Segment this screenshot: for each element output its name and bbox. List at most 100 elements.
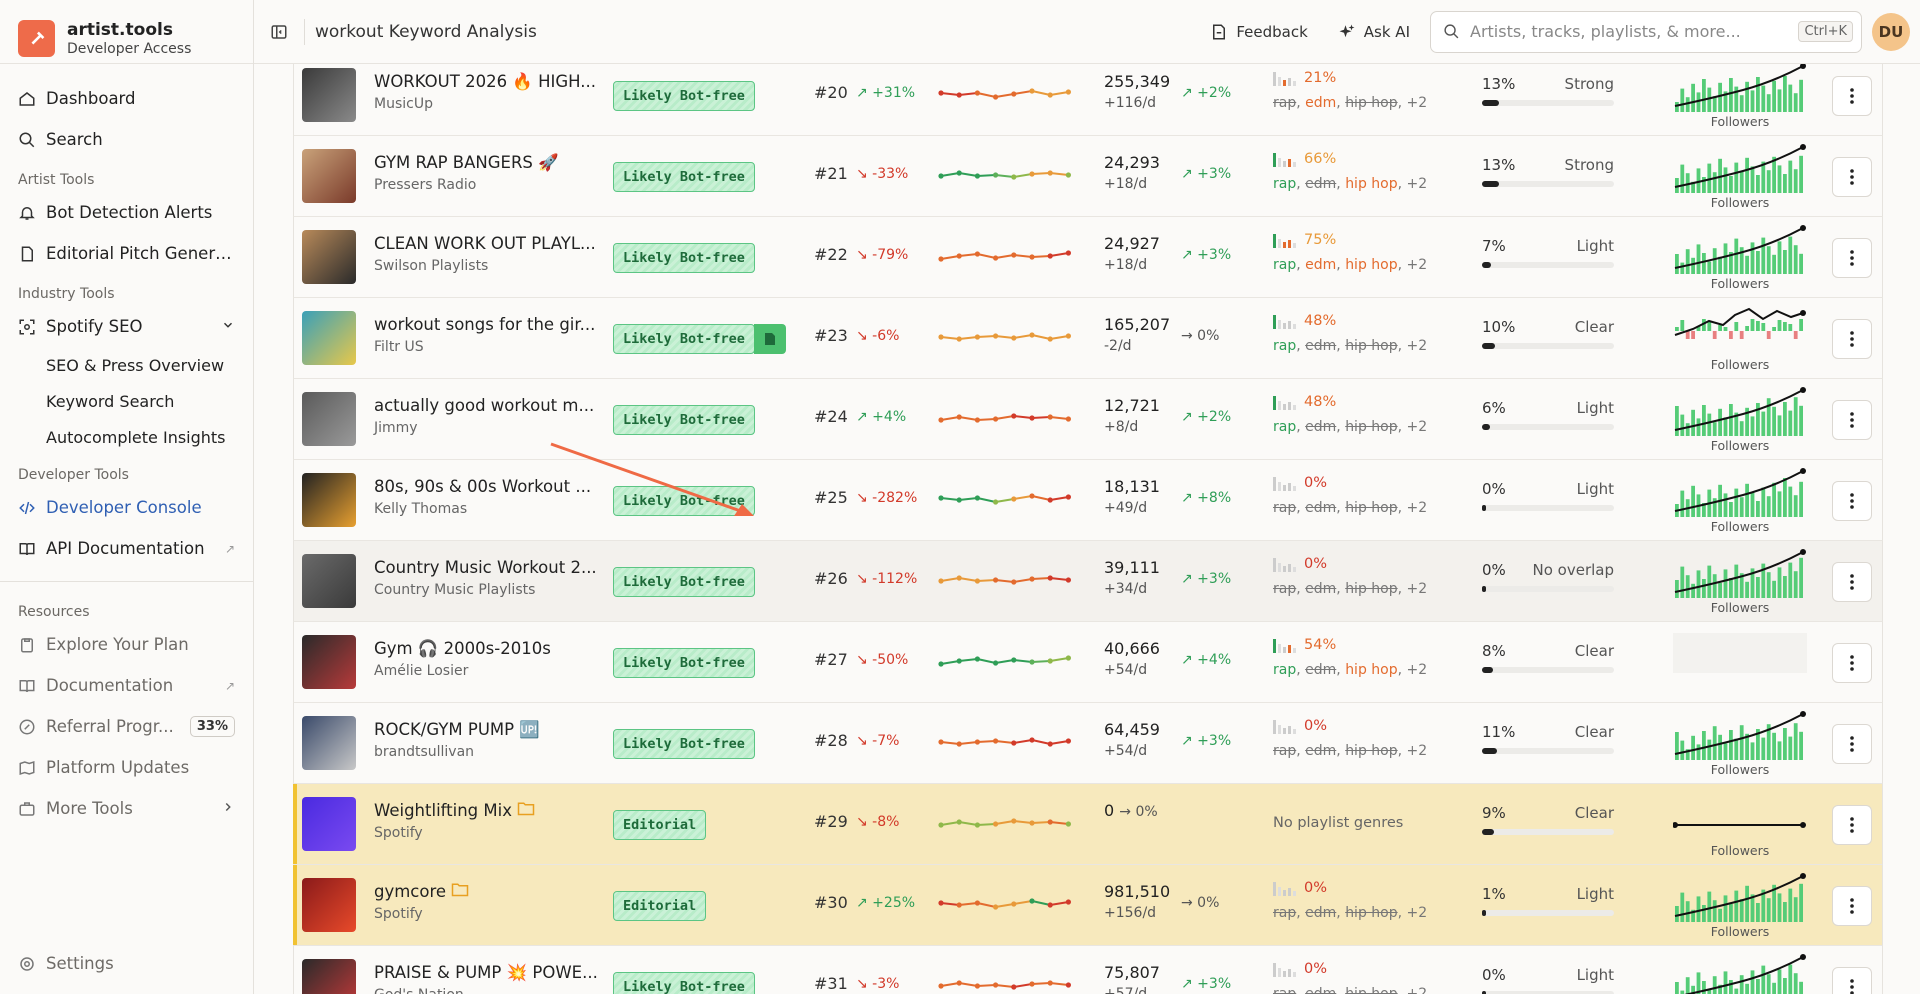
playlist-cover[interactable] [302, 797, 356, 851]
sparkline-point [1011, 818, 1017, 824]
row-menu-button[interactable] [1832, 643, 1872, 683]
row-menu-button[interactable] [1832, 238, 1872, 278]
table-row[interactable]: workout songs for the gir... Filtr US Li… [293, 298, 1883, 379]
nav-seo-overview[interactable]: SEO & Press Overview [0, 347, 253, 383]
playlist-name[interactable]: actually good workout m... [374, 396, 604, 415]
table-row[interactable]: WORKOUT 2026 🔥 HIGH... MusicUp Likely Bo… [293, 64, 1883, 136]
playlist-owner[interactable]: Spotify [374, 906, 423, 922]
playlist-cover[interactable] [302, 149, 356, 203]
sparkline-segment [1031, 660, 1051, 663]
nav-keyword-search[interactable]: Keyword Search [0, 383, 253, 419]
nav-platform-updates[interactable]: Platform Updates [0, 747, 253, 788]
chart-bar [1750, 742, 1755, 760]
table-row[interactable]: 80s, 90s & 00s Workout ... Kelly Thomas … [293, 460, 1883, 541]
nav-spotify-seo[interactable]: Spotify SEO [0, 306, 253, 347]
avatar[interactable]: DU [1872, 12, 1910, 51]
row-menu-button[interactable] [1832, 967, 1872, 994]
nav-pitch[interactable]: Editorial Pitch Genera... [0, 233, 253, 274]
row-menu-button[interactable] [1832, 157, 1872, 197]
chart-bar [1788, 236, 1793, 274]
nav-developer-console[interactable]: Developer Console [0, 487, 253, 528]
playlist-owner[interactable]: Spotify [374, 825, 423, 841]
feedback-button[interactable]: Feedback [1200, 12, 1317, 52]
playlist-name[interactable]: Country Music Workout 2... [374, 558, 604, 577]
playlist-name[interactable]: PRAISE & PUMP 💥 POWE... [374, 963, 604, 983]
table-row[interactable]: Weightlifting Mix Spotify Editorial #29 … [293, 784, 1883, 865]
nav-settings[interactable]: Settings [0, 943, 253, 984]
nav-more-tools[interactable]: More Tools [0, 788, 253, 829]
table-row[interactable]: PRAISE & PUMP 💥 POWE... God's Nation Lik… [293, 946, 1883, 994]
playlist-cover[interactable] [302, 716, 356, 770]
row-menu-button[interactable] [1832, 76, 1872, 116]
playlist-cover[interactable] [302, 959, 356, 994]
table-row[interactable]: Country Music Workout 2... Country Music… [293, 541, 1883, 622]
nav-referral[interactable]: Referral Progr... 33% [0, 706, 253, 747]
playlist-owner[interactable]: Swilson Playlists [374, 258, 488, 274]
playlist-owner[interactable]: Jimmy [374, 420, 418, 436]
follower-count: 24,927 [1104, 234, 1160, 253]
playlist-owner[interactable]: Country Music Playlists [374, 582, 535, 598]
table-row[interactable]: actually good workout m... Jimmy Likely … [293, 379, 1883, 460]
playlist-name[interactable]: GYM RAP BANGERS 🚀 [374, 153, 604, 173]
nav-explore-plan[interactable]: Explore Your Plan [0, 624, 253, 665]
status-pill: Likely Bot-free [613, 162, 755, 192]
row-menu-button[interactable] [1832, 481, 1872, 521]
playlist-cover[interactable] [302, 635, 356, 689]
playlist-cover[interactable] [302, 68, 356, 122]
nav-dashboard[interactable]: Dashboard [0, 78, 253, 119]
playlist-owner[interactable]: Pressers Radio [374, 177, 476, 193]
chart-bar [1680, 490, 1685, 517]
sparkline-segment [977, 497, 996, 503]
playlist-name[interactable]: 80s, 90s & 00s Workout ... [374, 477, 604, 496]
nav-autocomplete[interactable]: Autocomplete Insights [0, 419, 253, 455]
table-row[interactable]: Gym 🎧 2000s-2010s Amélie Losier Likely B… [293, 622, 1883, 703]
playlist-cover[interactable] [302, 554, 356, 608]
playlist-cover[interactable] [302, 392, 356, 446]
playlist-name[interactable]: WORKOUT 2026 🔥 HIGH... [374, 72, 604, 92]
overlap-label: No overlap [1532, 561, 1615, 579]
table-row[interactable]: CLEAN WORK OUT PLAYL... Swilson Playlist… [293, 217, 1883, 298]
brand[interactable]: artist.tools Developer Access [0, 0, 253, 64]
playlist-name[interactable]: gymcore [374, 882, 604, 901]
playlist-owner[interactable]: Filtr US [374, 339, 424, 355]
chart-bar [1761, 161, 1766, 193]
table-row[interactable]: GYM RAP BANGERS 🚀 Pressers Radio Likely … [293, 136, 1883, 217]
playlist-owner[interactable]: MusicUp [374, 96, 433, 112]
playlist-cover[interactable] [302, 230, 356, 284]
playlist-owner[interactable]: Kelly Thomas [374, 501, 467, 517]
genre-tag: hip hop [1345, 581, 1398, 597]
playlist-name[interactable]: workout songs for the gir... [374, 315, 604, 334]
nav-search[interactable]: Search [0, 119, 253, 160]
row-menu-button[interactable] [1832, 724, 1872, 764]
playlist-table: WORKOUT 2026 🔥 HIGH... MusicUp Likely Bo… [293, 64, 1883, 994]
playlist-owner[interactable]: God's Nation [374, 987, 464, 994]
nav-api-docs[interactable]: API Documentation ↗ [0, 528, 253, 569]
file-icon[interactable] [753, 324, 786, 354]
playlist-name[interactable]: CLEAN WORK OUT PLAYL... [374, 234, 604, 253]
playlist-name[interactable]: Gym 🎧 2000s-2010s [374, 639, 604, 659]
nav-documentation[interactable]: Documentation ↗ [0, 665, 253, 706]
playlist-name[interactable]: Weightlifting Mix [374, 801, 604, 820]
playlist-cover[interactable] [302, 311, 356, 365]
row-menu-button[interactable] [1832, 400, 1872, 440]
global-search[interactable]: Ctrl+K [1430, 10, 1862, 53]
table-row[interactable]: gymcore Spotify Editorial #30 ↗ +25% 981… [293, 865, 1883, 946]
playlist-owner[interactable]: brandtsullivan [374, 744, 474, 760]
ask-ai-button[interactable]: Ask AI [1328, 12, 1420, 52]
playlist-cover[interactable] [302, 878, 356, 932]
row-menu-button[interactable] [1832, 319, 1872, 359]
search-input[interactable] [1470, 22, 1789, 41]
playlist-cover[interactable] [302, 473, 356, 527]
row-menu-button[interactable] [1832, 805, 1872, 845]
table-row[interactable]: ROCK/GYM PUMP 🆙 brandtsullivan Likely Bo… [293, 703, 1883, 784]
row-menu-button[interactable] [1832, 562, 1872, 602]
nav-bot-alerts[interactable]: Bot Detection Alerts [0, 192, 253, 233]
playlist-owner[interactable]: Amélie Losier [374, 663, 468, 679]
chart-bar [1685, 97, 1690, 112]
row-menu-button[interactable] [1832, 886, 1872, 926]
playlist-name-text: Weightlifting Mix [374, 801, 512, 820]
status-badge: Likely Bot-free [613, 243, 755, 273]
sparkline-segment [977, 658, 996, 664]
playlist-name[interactable]: ROCK/GYM PUMP 🆙 [374, 720, 604, 740]
sidebar-toggle-button[interactable] [254, 23, 304, 41]
